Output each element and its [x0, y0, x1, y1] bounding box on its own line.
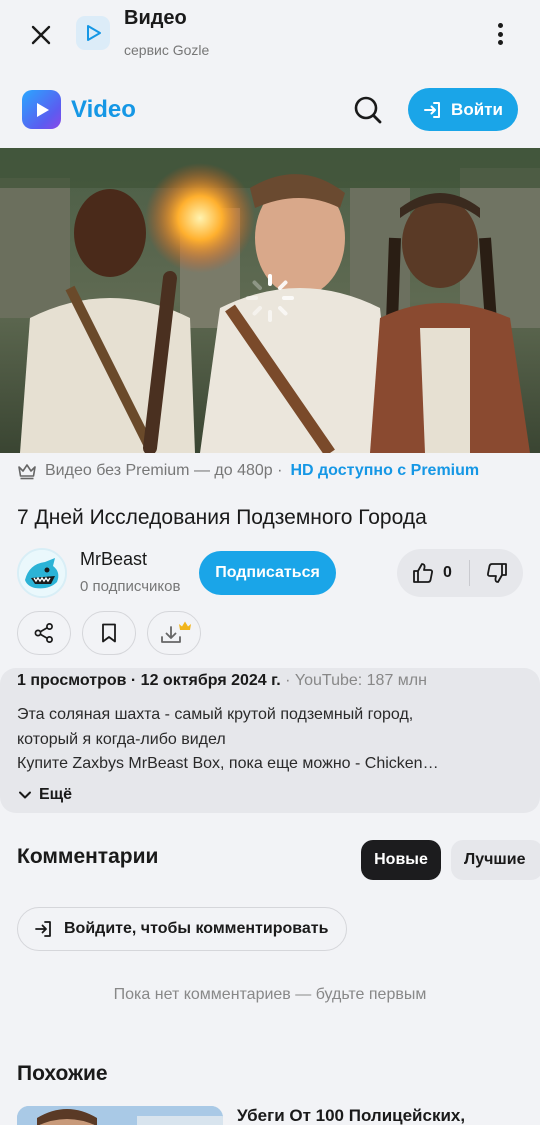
- top-app-bar: Видео сервис Gozle: [0, 0, 540, 72]
- thumbs-up-icon: [413, 563, 433, 583]
- video-player[interactable]: [0, 148, 540, 453]
- brand-name: Video: [71, 95, 136, 123]
- description-text: Эта соляная шахта - самый крутой подземн…: [17, 703, 517, 777]
- search-icon[interactable]: [352, 94, 384, 126]
- crown-icon: [18, 464, 36, 480]
- video-play-icon: [76, 16, 110, 50]
- login-button[interactable]: Войти: [408, 88, 518, 131]
- download-icon: [161, 621, 191, 643]
- similar-item-title[interactable]: Убеги От 100 Полицейских,: [237, 1106, 465, 1125]
- more-vertical-icon[interactable]: [486, 19, 514, 49]
- premium-hd-link[interactable]: HD доступно с Premium: [290, 462, 479, 480]
- app-title: Видео: [124, 7, 187, 29]
- login-to-comment-button[interactable]: Войдите, чтобы комментировать: [17, 907, 347, 951]
- channel-name[interactable]: MrBeast: [80, 549, 147, 570]
- dislike-button[interactable]: [470, 549, 523, 597]
- app-subtitle: сервис Gozle: [124, 42, 210, 58]
- description-meta: 1 просмотров · 12 октября 2024 г. · YouT…: [17, 672, 427, 690]
- login-to-comment-label: Войдите, чтобы комментировать: [64, 920, 329, 937]
- like-button[interactable]: 0: [397, 549, 469, 597]
- sort-best-chip[interactable]: Лучшие: [451, 840, 540, 880]
- sort-new-chip[interactable]: Новые: [361, 840, 441, 880]
- close-icon[interactable]: [26, 20, 56, 50]
- description-line: Эта соляная шахта - самый крутой подземн…: [17, 706, 414, 723]
- comments-title: Комментарии: [17, 845, 159, 868]
- no-comments-text: Пока нет комментариев — будьте первым: [113, 986, 427, 1003]
- youtube-views: · YouTube: 187 млн: [285, 672, 427, 689]
- download-button[interactable]: [147, 611, 201, 655]
- share-icon: [34, 623, 53, 643]
- premium-notice-text: Видео без Premium — до 480р ·: [45, 462, 283, 479]
- brand-logo-icon: [22, 90, 61, 129]
- brand-logo-link[interactable]: Video: [22, 90, 136, 129]
- description-line: который я когда-либо видел: [17, 730, 226, 748]
- login-arrow-icon: [424, 101, 441, 118]
- login-label: Войти: [451, 99, 503, 119]
- similar-thumbnail[interactable]: [17, 1106, 223, 1125]
- bookmark-icon: [102, 623, 116, 643]
- subscribe-button[interactable]: Подписаться: [199, 551, 336, 595]
- like-dislike-group: 0: [397, 549, 523, 597]
- description-line: Купите Zaxbys MrBeast Box, пока еще можн…: [17, 755, 439, 772]
- show-more-label: Ещё: [39, 786, 73, 803]
- thumbs-down-icon: [486, 563, 507, 583]
- channel-avatar[interactable]: [17, 548, 67, 598]
- login-arrow-icon: [35, 921, 51, 937]
- video-title: 7 Дней Исследования Подземного Города: [17, 506, 427, 529]
- chevron-down-icon: [19, 791, 31, 799]
- save-button[interactable]: [82, 611, 136, 655]
- premium-notice: Видео без Premium — до 480р · HD доступн…: [17, 462, 479, 480]
- like-count: 0: [443, 564, 452, 581]
- views-date: 1 просмотров · 12 октября 2024 г.: [17, 672, 281, 689]
- channel-subscribers: 0 подписчиков: [80, 578, 181, 595]
- share-button[interactable]: [17, 611, 71, 655]
- similar-title: Похожие: [17, 1062, 108, 1085]
- show-more-button[interactable]: Ещё: [17, 786, 72, 804]
